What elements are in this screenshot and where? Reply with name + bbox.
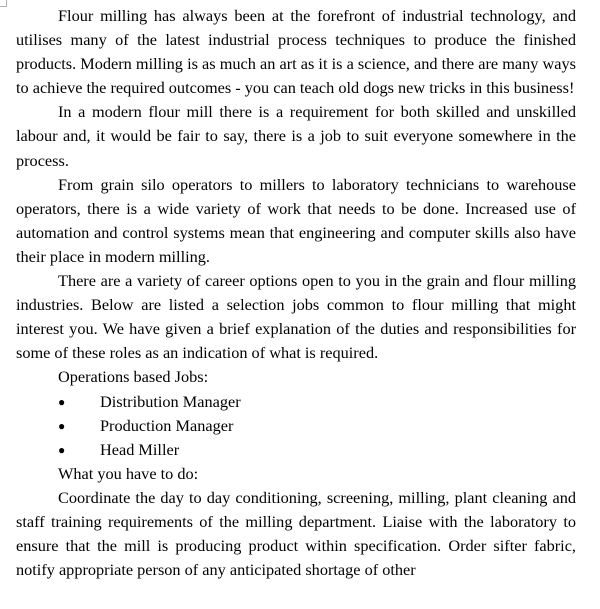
list-item: ● Distribution Manager [16, 390, 576, 414]
jobs-heading: Operations based Jobs: [58, 367, 209, 387]
job-title: Production Manager [100, 415, 234, 435]
bullet-icon: ● [58, 394, 66, 409]
paragraph-duties: Coordinate the day to day conditioning, … [16, 487, 576, 580]
paragraph-labour: In a modern flour mill there is a requir… [16, 102, 576, 170]
paragraph-roles: From grain silo operators to millers to … [16, 174, 576, 266]
list-item: ● Production Manager [16, 414, 576, 438]
paragraph-career-options: There are a variety of career options op… [16, 271, 576, 363]
document-body: Flour milling has always been at the for… [16, 4, 576, 582]
corner-marker [0, 0, 7, 7]
jobs-list: ● Distribution Manager ● Production Mana… [16, 390, 576, 462]
job-title: Head Miller [100, 439, 180, 459]
list-item: ● Head Miller [16, 438, 576, 462]
duties-heading: What you have to do: [58, 463, 199, 483]
paragraph-intro: Flour milling has always been at the for… [16, 6, 576, 98]
job-title: Distribution Manager [100, 391, 241, 411]
bullet-icon: ● [58, 418, 66, 433]
bullet-icon: ● [58, 442, 66, 457]
